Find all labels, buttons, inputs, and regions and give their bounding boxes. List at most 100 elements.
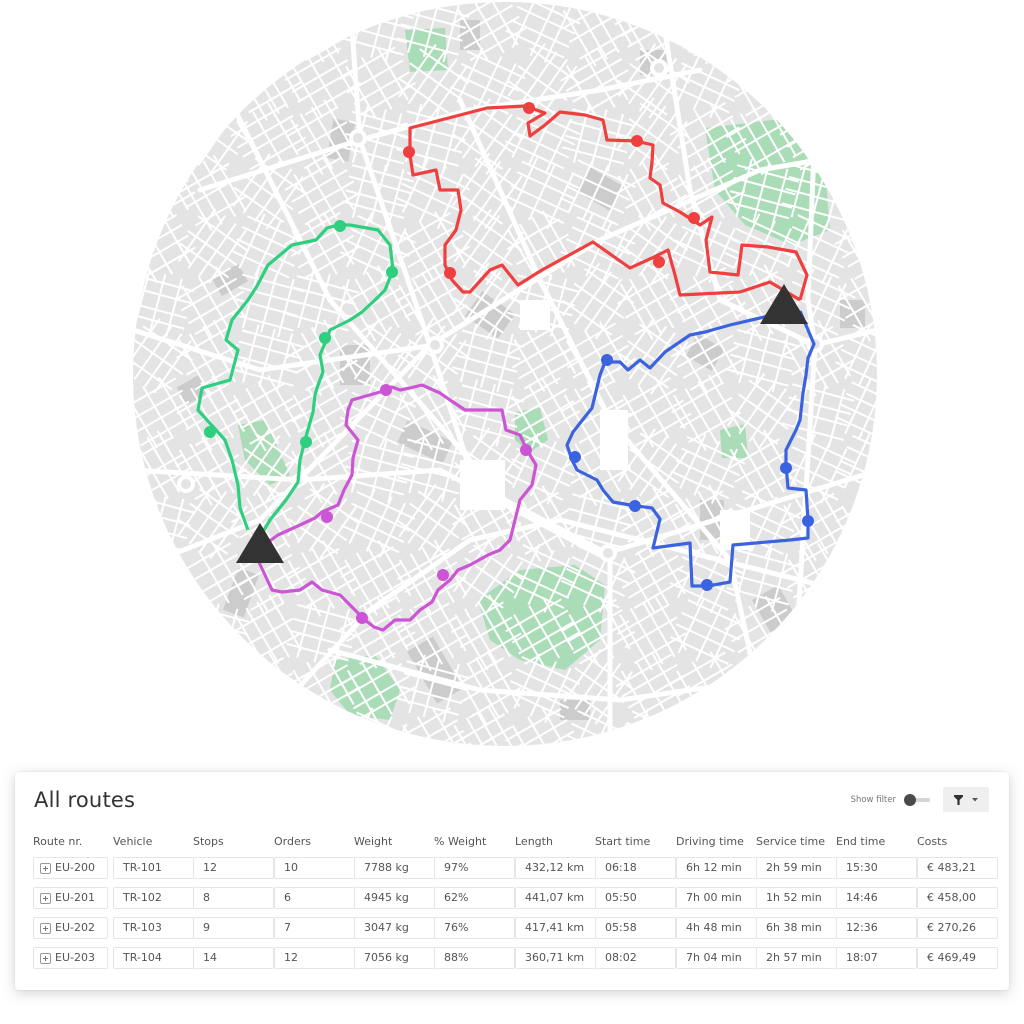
column-header[interactable]: Costs (917, 835, 947, 848)
street-patch (133, 44, 192, 122)
route-map[interactable] (133, 2, 877, 746)
street (133, 489, 151, 549)
street (793, 8, 844, 45)
expand-row-icon[interactable] (40, 862, 51, 874)
column-header[interactable]: Vehicle (113, 835, 152, 848)
stop-marker[interactable] (653, 256, 665, 268)
stop-marker[interactable] (601, 354, 613, 366)
street (133, 67, 184, 100)
street (202, 603, 220, 662)
filter-icon (954, 794, 963, 805)
column-header[interactable]: Weight (354, 835, 392, 848)
column-header[interactable]: Length (515, 835, 553, 848)
street-patch (840, 709, 877, 746)
column-header[interactable]: Start time (595, 835, 650, 848)
table-row[interactable]: EU-203 TR-104 14 12 7056 kg 88% 360,71 km 08:02… (33, 947, 998, 969)
street (845, 68, 877, 101)
street-patch (837, 2, 877, 58)
street (750, 51, 785, 109)
street (854, 83, 877, 116)
stop-marker[interactable] (356, 612, 368, 624)
stop-marker[interactable] (380, 384, 392, 396)
expand-row-icon[interactable] (40, 892, 51, 904)
route-nr-cell: EU-203 (33, 947, 108, 969)
street (763, 706, 796, 746)
service-time-cell: 2h 57 min (756, 947, 837, 969)
stop-marker[interactable] (403, 146, 415, 158)
street (298, 709, 316, 746)
street (799, 136, 857, 171)
panel-title: All routes (34, 788, 136, 812)
column-header[interactable]: Stops (193, 835, 224, 848)
map-canvas[interactable] (133, 2, 877, 746)
street (351, 2, 414, 19)
street-patch (834, 595, 877, 668)
street-patch (836, 650, 877, 726)
expand-row-icon[interactable] (40, 922, 51, 934)
column-header[interactable]: % Weight (434, 835, 486, 848)
filter-dropdown-button[interactable] (943, 787, 989, 812)
street (780, 710, 834, 743)
length-cell: 360,71 km (515, 947, 596, 969)
stop-marker[interactable] (701, 579, 713, 591)
stop-marker[interactable] (780, 462, 792, 474)
stop-marker[interactable] (631, 135, 643, 147)
route-nr-text: EU-203 (55, 951, 95, 964)
stop-marker[interactable] (629, 500, 641, 512)
expand-row-icon[interactable] (40, 952, 51, 964)
stop-marker[interactable] (802, 515, 814, 527)
street (631, 710, 691, 740)
street (638, 715, 666, 746)
building-block (560, 700, 590, 720)
weight-percent-cell: 88% (434, 947, 515, 969)
weight-cell: 7056 kg (354, 947, 435, 969)
stop-marker[interactable] (444, 267, 456, 279)
stop-marker[interactable] (437, 569, 449, 581)
table-row[interactable]: EU-200 TR-101 12 10 7788 kg 97% 432,12 km 06:18… (33, 857, 998, 879)
stop-marker[interactable] (319, 332, 331, 344)
street (800, 606, 833, 660)
stop-marker[interactable] (204, 426, 216, 438)
column-header[interactable]: End time (836, 835, 885, 848)
street (857, 551, 877, 605)
table-row[interactable]: EU-202 TR-103 9 7 3047 kg 76% 417,41 km 05:58 4h… (33, 917, 998, 939)
street (179, 63, 214, 121)
stop-marker[interactable] (334, 220, 346, 232)
street (696, 711, 731, 746)
street (307, 2, 340, 54)
street (133, 9, 158, 66)
column-header[interactable]: Route nr. (33, 835, 82, 848)
street (848, 663, 877, 720)
stop-marker[interactable] (321, 511, 333, 523)
street (846, 164, 877, 184)
table-row[interactable]: EU-201 TR-102 8 6 4945 kg 62% 441,07 km 05:50 7h… (33, 887, 998, 909)
street (734, 66, 788, 99)
street (847, 712, 877, 732)
street (727, 24, 778, 61)
stop-marker[interactable] (300, 436, 312, 448)
street (733, 724, 766, 746)
stop-marker[interactable] (569, 451, 581, 463)
column-header[interactable]: Service time (756, 835, 825, 848)
stop-marker[interactable] (688, 212, 700, 224)
stop-marker[interactable] (386, 266, 398, 278)
street (846, 2, 877, 19)
street (133, 157, 177, 192)
vehicle-cell: TR-102 (113, 887, 194, 909)
route-nr-cell: EU-202 (33, 917, 108, 939)
street (748, 2, 799, 31)
street (848, 709, 866, 746)
street (706, 705, 741, 746)
street (850, 57, 877, 115)
stop-marker[interactable] (523, 102, 535, 114)
stop-marker[interactable] (520, 444, 532, 456)
street (792, 2, 831, 49)
route-nr-text: EU-201 (55, 891, 95, 904)
street (239, 10, 293, 43)
column-header[interactable]: Driving time (676, 835, 744, 848)
column-header[interactable]: Orders (274, 835, 311, 848)
show-filter-toggle[interactable] (904, 794, 930, 806)
street (135, 2, 170, 59)
street (345, 733, 405, 746)
street (685, 717, 720, 746)
